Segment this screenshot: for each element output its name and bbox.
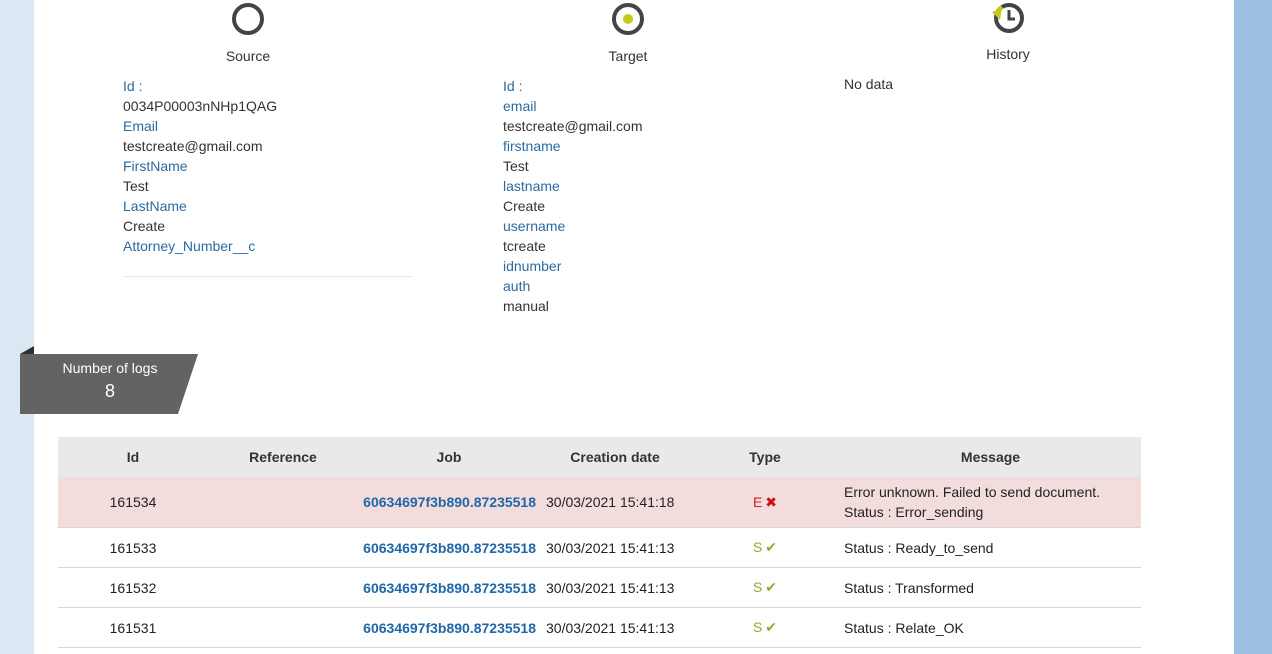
job-link[interactable]: 60634697f3b890.87235518 xyxy=(363,580,536,596)
target-field-value: Test xyxy=(503,158,529,174)
target-field-value: testcreate@gmail.com xyxy=(503,118,643,134)
log-message-line: Status : Error_sending xyxy=(844,504,984,520)
source-field-label: Attorney_Number__c xyxy=(123,238,256,254)
log-type-letter: S xyxy=(752,619,763,635)
log-date: 30/03/2021 15:41:13 xyxy=(540,567,690,608)
column-header-id[interactable]: Id xyxy=(58,437,208,477)
target-field-label: username xyxy=(503,218,566,234)
logs-count-ribbon: Number of logs 8 xyxy=(20,346,200,416)
log-id: 161533 xyxy=(58,527,208,568)
log-date: 30/03/2021 15:41:18 xyxy=(540,477,690,528)
check-icon: ✔ xyxy=(765,619,778,635)
target-field-label: auth xyxy=(503,278,531,294)
log-message: Error unknown. Failed to send document. S… xyxy=(840,477,1141,528)
log-type: S ✔ xyxy=(690,607,840,648)
source-field-label: LastName xyxy=(123,198,187,214)
source-field-label: FirstName xyxy=(123,158,188,174)
column-header-type[interactable]: Type xyxy=(690,437,840,477)
circle-dot-icon xyxy=(612,3,644,35)
target-fields: Id : email testcreate@gmail.com firstnam… xyxy=(503,76,642,316)
history-title: History xyxy=(986,46,1030,62)
target-field-label: email xyxy=(503,98,537,114)
target-field-value: Create xyxy=(503,198,546,214)
log-reference xyxy=(208,607,358,648)
target-field-label: lastname xyxy=(503,178,560,194)
column-header-reference[interactable]: Reference xyxy=(208,437,358,477)
log-type: S ✔ xyxy=(690,527,840,568)
log-type: E ✖ xyxy=(690,477,840,528)
column-header-job[interactable]: Job xyxy=(358,437,540,477)
job-link[interactable]: 60634697f3b890.87235518 xyxy=(363,540,536,556)
source-divider xyxy=(123,276,413,277)
source-field-label: Id : xyxy=(123,78,143,94)
history-header: History xyxy=(878,0,1138,62)
log-type: S ✔ xyxy=(690,567,840,608)
cross-icon: ✖ xyxy=(765,493,778,510)
source-field-label: Email xyxy=(123,118,159,134)
logs-table: Id Reference Job Creation date Type Mess… xyxy=(58,437,1141,648)
source-field-value: 0034P00003nNHp1QAG xyxy=(123,98,278,114)
log-type-letter: S xyxy=(752,539,763,555)
table-row: 161534 60634697f3b890.87235518 30/03/202… xyxy=(58,477,1141,528)
source-field-value: Test xyxy=(123,178,149,194)
check-icon: ✔ xyxy=(765,579,778,595)
table-row: 161533 60634697f3b890.87235518 30/03/202… xyxy=(58,527,1141,568)
right-background-band xyxy=(1234,0,1272,654)
log-message: Status : Ready_to_send xyxy=(840,527,1141,568)
source-field-value: Create xyxy=(123,218,166,234)
table-row: 161532 60634697f3b890.87235518 30/03/202… xyxy=(58,567,1141,608)
target-field-label: firstname xyxy=(503,138,561,154)
log-id: 161532 xyxy=(58,567,208,608)
logs-count-label: Number of logs xyxy=(62,360,158,376)
job-link[interactable]: 60634697f3b890.87235518 xyxy=(363,620,536,636)
target-header: Target xyxy=(498,0,758,64)
logs-count-value: 8 xyxy=(104,381,115,401)
target-field-label: Id : xyxy=(503,78,523,94)
source-header: Source xyxy=(118,0,378,64)
target-field-label: idnumber xyxy=(503,258,562,274)
table-header-row: Id Reference Job Creation date Type Mess… xyxy=(58,437,1141,477)
log-message: Status : Relate_OK xyxy=(840,607,1141,648)
history-empty-text: No data xyxy=(844,76,894,92)
log-date: 30/03/2021 15:41:13 xyxy=(540,607,690,648)
log-date: 30/03/2021 15:41:13 xyxy=(540,527,690,568)
log-id: 161534 xyxy=(58,477,208,528)
log-type-letter: E xyxy=(752,493,763,510)
source-title: Source xyxy=(225,48,271,64)
job-link[interactable]: 60634697f3b890.87235518 xyxy=(363,494,536,510)
check-icon: ✔ xyxy=(765,539,778,555)
log-message: Status : Transformed xyxy=(840,567,1141,608)
log-id: 161531 xyxy=(58,607,208,648)
log-reference xyxy=(208,477,358,528)
column-header-creation-date[interactable]: Creation date xyxy=(540,437,690,477)
log-reference xyxy=(208,527,358,568)
target-field-value: tcreate xyxy=(503,238,546,254)
log-reference xyxy=(208,567,358,608)
table-row: 161531 60634697f3b890.87235518 30/03/202… xyxy=(58,607,1141,648)
target-field-value: manual xyxy=(503,298,549,314)
column-header-message[interactable]: Message xyxy=(840,437,1141,477)
log-type-letter: S xyxy=(752,579,763,595)
source-fields: Id : 0034P00003nNHp1QAG Email testcreate… xyxy=(123,76,277,256)
circle-outline-icon xyxy=(232,3,264,35)
history-clock-icon xyxy=(992,3,1024,33)
source-field-value: testcreate@gmail.com xyxy=(123,138,263,154)
target-title: Target xyxy=(608,48,648,64)
log-message-line: Error unknown. Failed to send document. xyxy=(844,484,1101,500)
